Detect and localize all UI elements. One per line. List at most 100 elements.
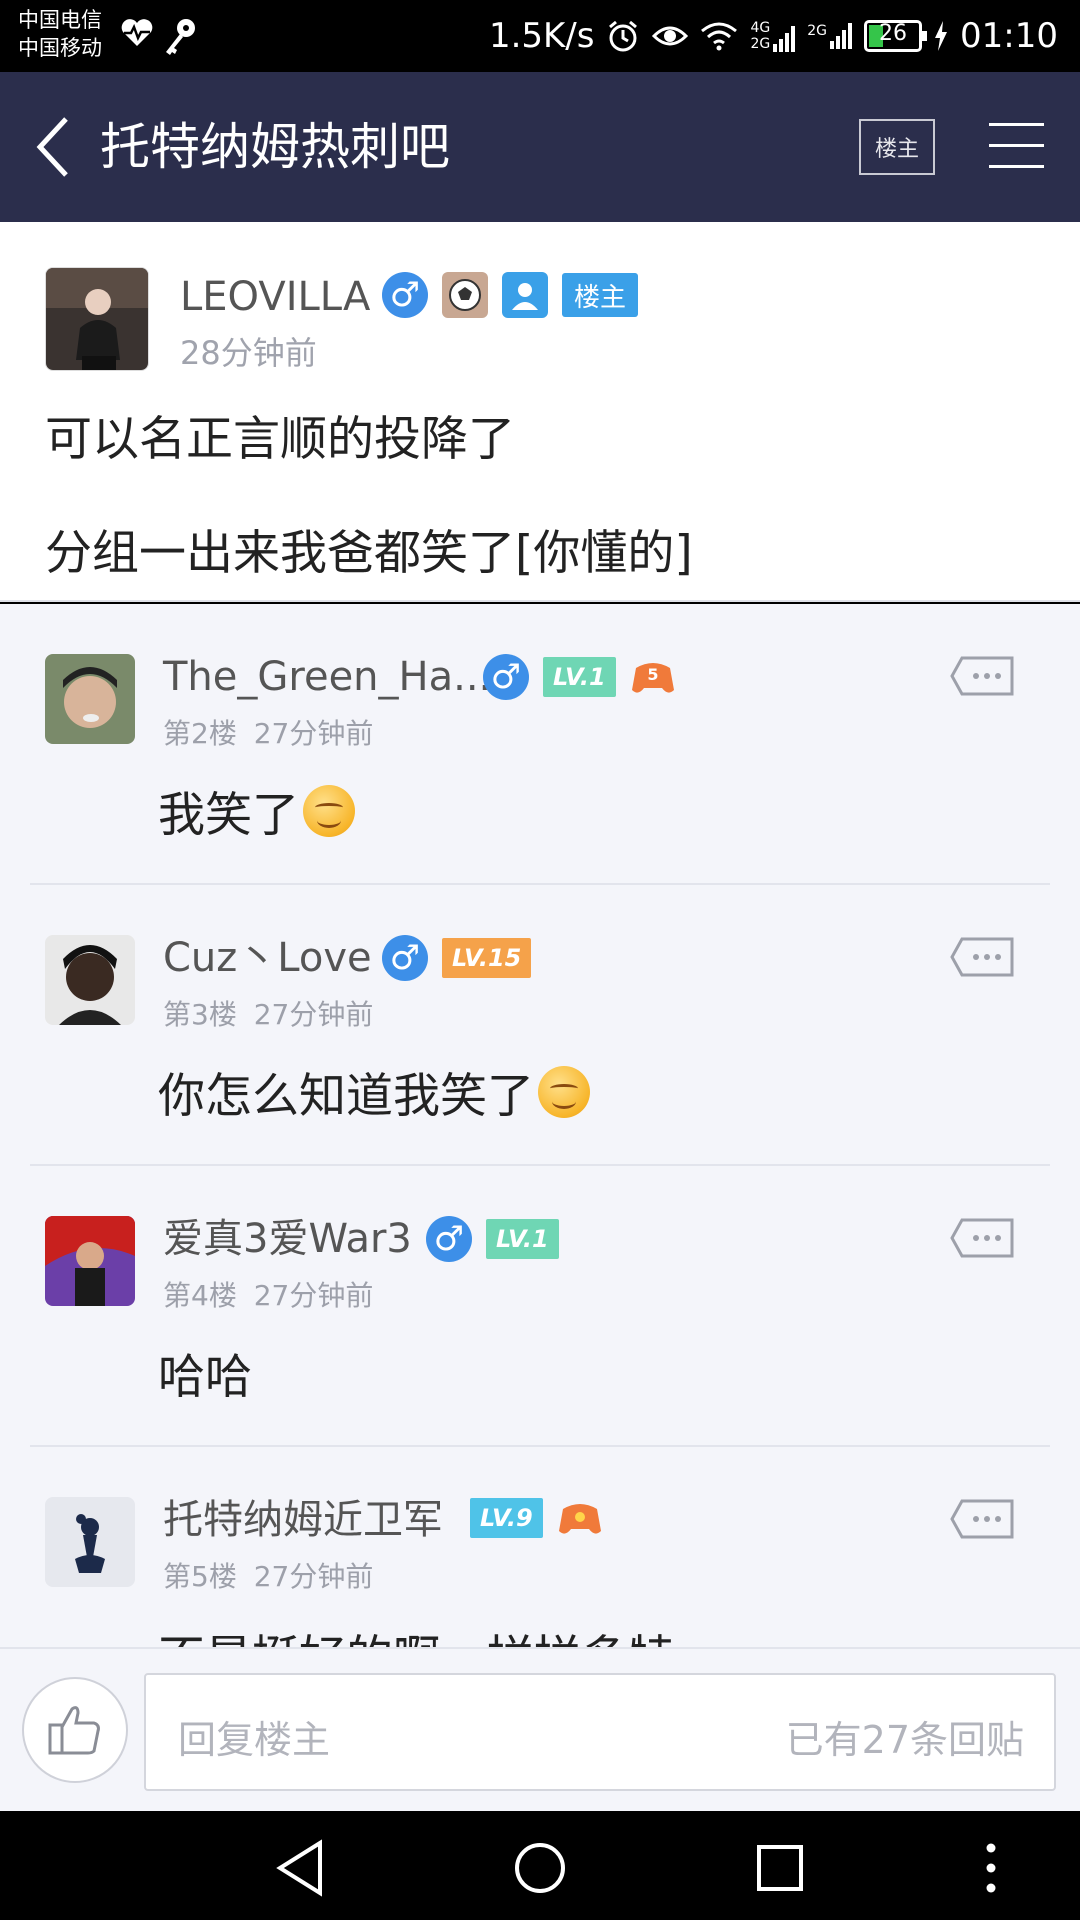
reply-author[interactable]: Cuz丶Love (163, 933, 372, 983)
reply-item: 爱真3爱War3 ♂ LV.1 第4楼 27分钟前 哈哈 (0, 1166, 1080, 1447)
reply-author[interactable]: 爱真3爱War3 (163, 1214, 412, 1264)
key-icon (166, 19, 195, 55)
level-badge: LV.1 (543, 657, 616, 697)
wifi-icon (701, 22, 738, 51)
reply-content: 你怎么知道我笑了 (158, 1057, 590, 1126)
back-arrow-icon[interactable] (34, 115, 74, 179)
floor-number: 第5楼 (163, 1560, 237, 1593)
main-post: LEOVILLA ♂ 楼主 28分钟前 可以名正言顺的投降了 分组一出来我爸都笑… (0, 222, 1080, 602)
forum-title: 托特纳姆热刺吧 (100, 118, 450, 176)
reply-content: 我笑了 (158, 776, 355, 845)
reply-meta: 第4楼 27分钟前 (163, 1274, 373, 1314)
avatar[interactable] (45, 935, 135, 1025)
male-icon: ♂ (483, 654, 529, 700)
recent-apps-icon[interactable] (745, 1833, 815, 1903)
male-icon: ♂ (426, 1216, 472, 1262)
football-icon (442, 272, 488, 318)
game-controller-icon: 5 (631, 663, 674, 693)
signal-bars-icon (830, 23, 853, 49)
author-badges: ♂ LV.15 (382, 935, 532, 981)
status-bar: 中国电信 中国移动 1.5K/s 4G 2G 2G 26 01:10 (0, 0, 1080, 72)
charging-icon (935, 21, 948, 51)
carrier-2: 中国移动 (18, 36, 102, 60)
reply-count: 已有27条回贴 (785, 1718, 1024, 1762)
net-type-3: 2G (807, 23, 828, 39)
reply-item: 托特纳姆近卫军 LV.9 第5楼 27分钟前 不是挺好的啊，拼拼多特 (0, 1447, 1080, 1647)
floor-number: 第4楼 (163, 1279, 237, 1312)
net-type-2: 2G (750, 36, 771, 52)
avatar[interactable] (45, 267, 149, 371)
home-circle-icon[interactable] (505, 1833, 575, 1903)
signal-sim1: 4G 2G (750, 20, 796, 52)
more-options-icon[interactable] (950, 654, 1016, 698)
smile-emoji-icon (303, 784, 355, 837)
reply-list: The_Green_Ha... ♂ LV.1 5 第2楼 27分钟前 我笑了 C… (0, 604, 1080, 1647)
owner-tag: 楼主 (562, 273, 639, 317)
reply-meta: 第3楼 27分钟前 (163, 993, 373, 1033)
avatar[interactable] (45, 654, 135, 744)
floor-number: 第2楼 (163, 717, 237, 750)
game-controller-icon (558, 1504, 601, 1534)
author-badges: LV.9 (470, 1497, 603, 1539)
reply-meta: 第5楼 27分钟前 (163, 1555, 373, 1595)
reply-time: 27分钟前 (253, 1560, 374, 1593)
clock: 01:10 (960, 16, 1058, 56)
reply-text: 你怎么知道我笑了 (158, 1069, 534, 1124)
thumbs-up-icon (48, 1706, 100, 1755)
reply-input[interactable]: 回复楼主 已有27条回贴 (144, 1673, 1056, 1791)
floor-number: 第3楼 (163, 998, 237, 1031)
author-badges: ♂ LV.1 5 (483, 654, 676, 700)
eye-comfort-icon (652, 26, 689, 46)
net-type-1: 4G (750, 20, 771, 36)
reply-content: 不是挺好的啊，拼拼多特 (158, 1619, 675, 1647)
male-icon: ♂ (382, 935, 428, 981)
status-right: 1.5K/s 4G 2G 2G 26 01:10 (489, 0, 1058, 72)
alarm-icon (609, 20, 638, 52)
avatar[interactable] (45, 1497, 135, 1587)
more-options-icon[interactable] (950, 1216, 1016, 1260)
battery-level: 26 (879, 21, 908, 46)
heart-rate-icon (121, 19, 153, 46)
menu-icon[interactable] (989, 120, 1044, 170)
back-triangle-icon[interactable] (266, 1833, 336, 1903)
reply-author[interactable]: 托特纳姆近卫军 (163, 1495, 443, 1545)
reply-text: 哈哈 (158, 1350, 252, 1405)
reply-item: The_Green_Ha... ♂ LV.1 5 第2楼 27分钟前 我笑了 (0, 604, 1080, 885)
more-options-icon[interactable] (950, 1497, 1016, 1541)
post-content-line: 分组一出来我爸都笑了[你懂的] (45, 526, 693, 581)
level-badge: LV.1 (486, 1219, 559, 1259)
carrier-1: 中国电信 (18, 8, 102, 32)
reply-time: 27分钟前 (253, 998, 374, 1031)
reply-author[interactable]: The_Green_Ha... (163, 652, 491, 702)
reply-placeholder: 回复楼主 (178, 1718, 331, 1762)
signal-bars-icon (773, 26, 796, 52)
author-badges: ♂ LV.1 (426, 1216, 559, 1262)
smile-emoji-icon (538, 1065, 590, 1118)
avatar[interactable] (45, 1216, 135, 1306)
post-content-line: 可以名正言顺的投降了 (45, 412, 515, 467)
level-badge: LV.9 (470, 1498, 543, 1538)
carrier-info: 中国电信 中国移动 (18, 6, 102, 62)
reply-time: 27分钟前 (253, 717, 374, 750)
reply-bar: 回复楼主 已有27条回贴 (0, 1647, 1080, 1811)
signal-sim2: 2G (807, 23, 853, 49)
network-speed: 1.5K/s (488, 16, 595, 56)
reply-time: 27分钟前 (253, 1279, 374, 1312)
reply-content: 哈哈 (158, 1338, 252, 1407)
reply-text: 我笑了 (158, 788, 299, 843)
more-vertical-icon[interactable] (956, 1833, 1026, 1903)
battery-icon: 26 (864, 20, 928, 52)
like-button[interactable] (22, 1677, 128, 1783)
post-time: 28分钟前 (180, 334, 317, 372)
reply-item: Cuz丶Love ♂ LV.15 第3楼 27分钟前 你怎么知道我笑了 (0, 885, 1080, 1166)
system-nav-bar (0, 1811, 1080, 1920)
top-nav-bar: 托特纳姆热刺吧 楼主 (0, 72, 1080, 222)
reply-text: 不是挺好的啊，拼拼多特 (158, 1619, 675, 1647)
author-badges: ♂ 楼主 (382, 272, 639, 318)
reply-meta: 第2楼 27分钟前 (163, 712, 373, 752)
only-owner-button[interactable]: 楼主 (859, 119, 935, 175)
level-badge: LV.15 (442, 938, 532, 978)
male-icon: ♂ (382, 272, 428, 318)
author-name[interactable]: LEOVILLA (180, 272, 370, 322)
more-options-icon[interactable] (950, 935, 1016, 979)
